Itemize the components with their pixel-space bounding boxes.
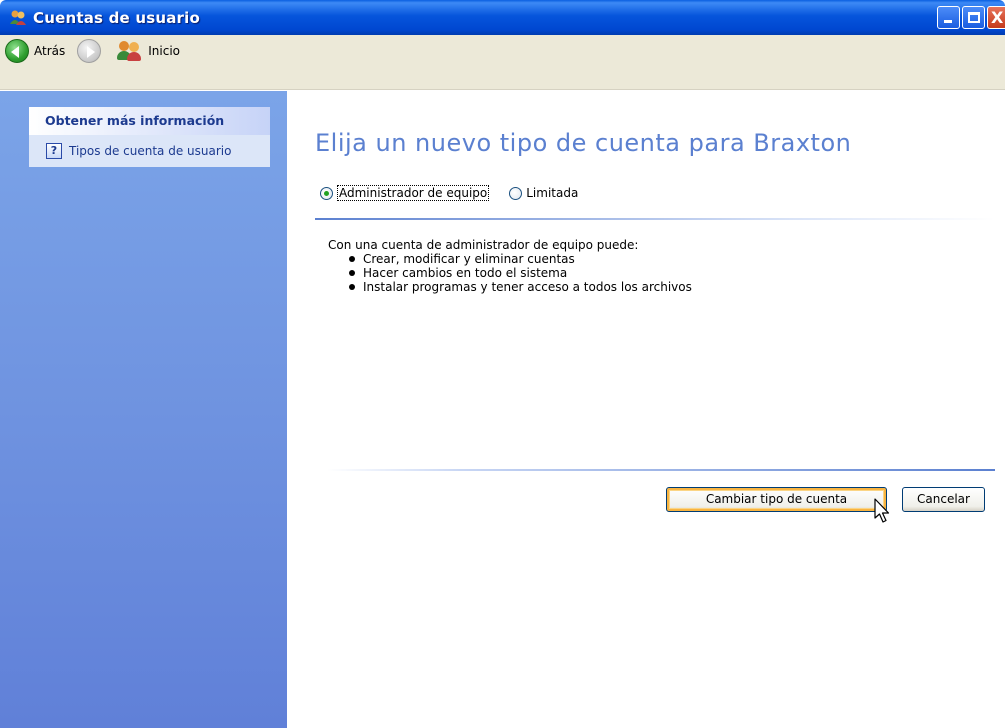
page-title: Elija un nuevo tipo de cuenta para Braxt… bbox=[315, 129, 852, 157]
users-icon bbox=[9, 9, 27, 27]
radio-administrator-label[interactable]: Administrador de equipo bbox=[337, 185, 490, 201]
minimize-icon bbox=[944, 20, 952, 23]
close-button[interactable]: X bbox=[987, 6, 1005, 29]
toolbar: Atrás Inicio bbox=[0, 35, 1005, 90]
title-bar[interactable]: Cuentas de usuario X bbox=[0, 0, 1005, 35]
main-content: Elija un nuevo tipo de cuenta para Braxt… bbox=[287, 91, 1005, 728]
account-types-link-label: Tipos de cuenta de usuario bbox=[69, 144, 232, 158]
account-type-radio-group: Administrador de equipo Limitada bbox=[320, 185, 598, 201]
radio-button[interactable] bbox=[509, 186, 523, 200]
back-label: Atrás bbox=[34, 43, 66, 58]
list-item: Instalar programas y tener acceso a todo… bbox=[328, 280, 692, 294]
maximize-icon bbox=[968, 12, 980, 23]
capabilities-list: Crear, modificar y eliminar cuentas Hace… bbox=[328, 252, 692, 294]
forward-button[interactable] bbox=[77, 37, 102, 65]
description: Con una cuenta de administrador de equip… bbox=[328, 238, 692, 294]
divider bbox=[315, 218, 995, 220]
cancel-button[interactable]: Cancelar bbox=[902, 487, 985, 512]
help-icon: ? bbox=[46, 143, 62, 159]
minimize-button[interactable] bbox=[937, 6, 960, 29]
forward-arrow-icon bbox=[77, 38, 102, 63]
learn-more-box: Obtener más información ? Tipos de cuent… bbox=[29, 107, 270, 167]
change-account-type-button[interactable]: Cambiar tipo de cuenta bbox=[666, 487, 887, 512]
window-title: Cuentas de usuario bbox=[33, 8, 200, 27]
home-users-icon bbox=[117, 40, 143, 61]
mouse-pointer-icon bbox=[872, 497, 892, 527]
task-pane: Obtener más información ? Tipos de cuent… bbox=[0, 91, 287, 728]
radio-limited[interactable]: Limitada bbox=[509, 186, 578, 200]
home-label: Inicio bbox=[148, 43, 181, 58]
home-button[interactable]: Inicio bbox=[101, 37, 180, 65]
account-types-link[interactable]: ? Tipos de cuenta de usuario bbox=[29, 135, 270, 167]
list-item: Crear, modificar y eliminar cuentas bbox=[328, 252, 692, 266]
radio-administrator[interactable]: Administrador de equipo bbox=[320, 185, 490, 201]
back-button[interactable]: Atrás bbox=[5, 37, 65, 65]
maximize-button[interactable] bbox=[962, 6, 985, 29]
close-icon: X bbox=[991, 8, 1004, 27]
back-arrow-icon bbox=[5, 38, 29, 63]
list-item: Hacer cambios en todo el sistema bbox=[328, 266, 692, 280]
radio-button-selected[interactable] bbox=[320, 186, 333, 200]
learn-more-header: Obtener más información bbox=[29, 107, 270, 135]
radio-limited-label[interactable]: Limitada bbox=[526, 186, 578, 200]
description-text: Con una cuenta de administrador de equip… bbox=[328, 238, 639, 252]
divider bbox=[327, 469, 995, 471]
